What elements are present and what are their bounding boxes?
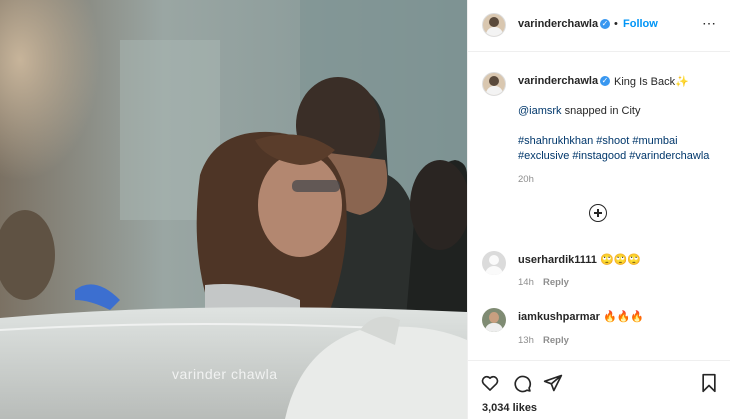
caption-author-avatar[interactable] (482, 72, 506, 96)
comment-username-2: iamkushparmar 🔥🔥🔥 (518, 310, 644, 323)
post-photo[interactable]: varinder chawla (0, 0, 467, 419)
comment-icon[interactable] (512, 373, 532, 393)
hashtags-line-1[interactable]: #shahrukhkhan #shoot #mumbai (518, 135, 678, 147)
commenter-avatar[interactable] (482, 251, 506, 275)
comment-username-link[interactable]: userhardik1111 (518, 254, 597, 266)
comment-time-2: 13h (518, 335, 534, 346)
post-header: varinderchawla ✓ • Follow ⋯ (468, 0, 730, 52)
reply-button-2[interactable]: Reply (543, 335, 569, 346)
post-photo-image (0, 0, 467, 419)
reply-button[interactable]: Reply (543, 277, 569, 288)
comment-username: userhardik1111 🙄🙄🙄 (518, 253, 641, 266)
caption-line-2: @iamsrk snapped in City (518, 105, 640, 117)
comment-text: 🙄🙄🙄 (599, 254, 642, 266)
verified-icon: ✓ (600, 19, 610, 29)
comment-text-2: 🔥🔥🔥 (603, 311, 645, 323)
bookmark-icon[interactable] (699, 373, 719, 393)
author-username[interactable]: varinderchawla (518, 18, 598, 30)
more-options-icon[interactable]: ⋯ (702, 15, 717, 32)
caption-username[interactable]: varinderchawla (518, 75, 598, 87)
separator-dot: • (614, 18, 618, 30)
hashtags-line-2[interactable]: #exclusive #instagood #varinderchawla (518, 150, 709, 162)
caption-title: King Is Back✨ (614, 76, 689, 88)
follow-button[interactable]: Follow (623, 18, 658, 30)
caption-verified-icon: ✓ (600, 76, 610, 86)
comment-time: 14h (518, 277, 534, 288)
caption-line-2-text: snapped in City (561, 105, 641, 117)
heart-icon[interactable] (480, 373, 500, 393)
watermark: varinder chawla (172, 366, 278, 382)
comment-username-link-2[interactable]: iamkushparmar (518, 311, 600, 323)
commenter-avatar-2[interactable] (482, 308, 506, 332)
post-side-panel: varinderchawla ✓ • Follow ⋯ varinderchaw… (467, 0, 730, 419)
load-more-icon[interactable] (589, 204, 607, 222)
author-avatar[interactable] (482, 13, 506, 37)
mention-link[interactable]: @iamsrk (518, 105, 562, 117)
share-icon[interactable] (543, 373, 563, 393)
likes-count[interactable]: 3,034 likes (482, 402, 537, 414)
caption-time: 20h (518, 174, 534, 185)
